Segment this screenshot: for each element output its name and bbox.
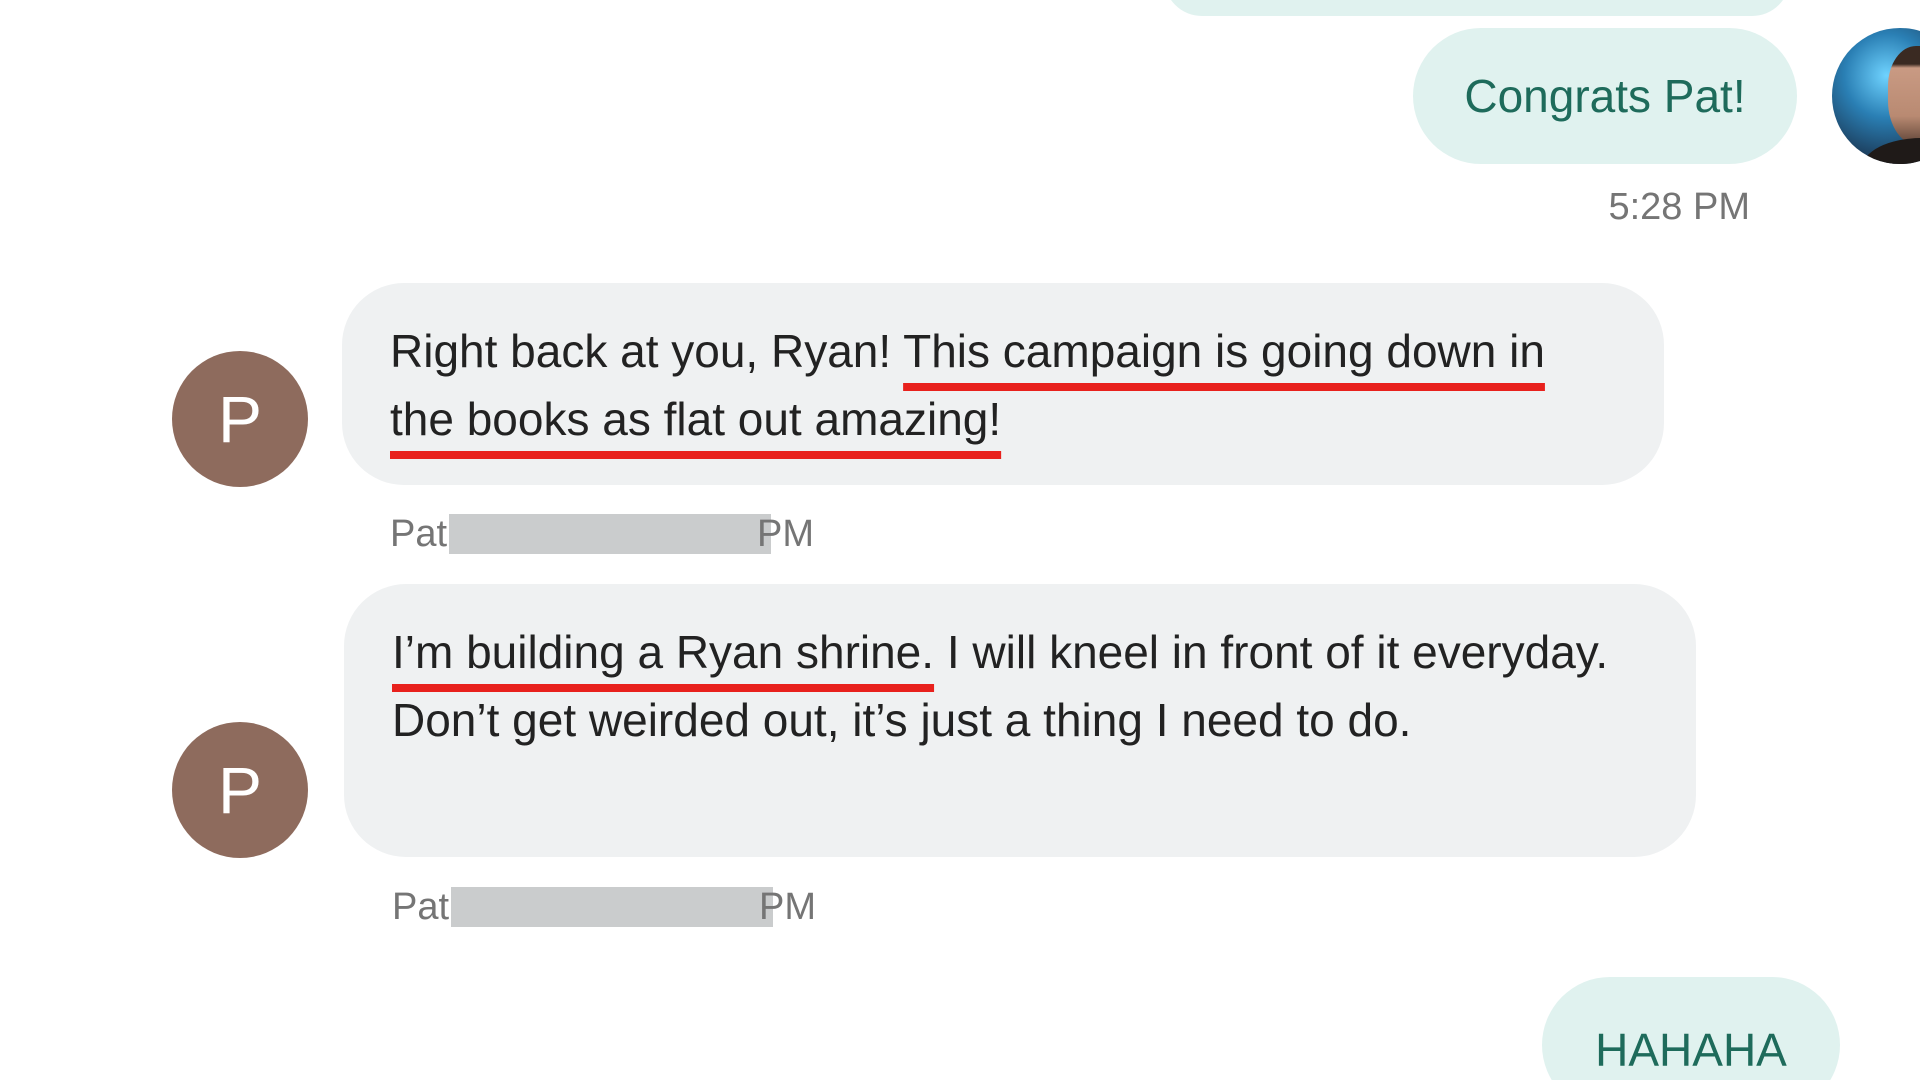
sender-avatar-letter: P: [217, 753, 263, 827]
timestamp-suffix: PM: [757, 513, 815, 555]
message-text-segment: Right back at you, Ryan!: [390, 325, 904, 377]
incoming-message-text: Right back at you, Ryan! This campaign i…: [390, 317, 1620, 453]
sender-name: Pat: [392, 886, 450, 928]
redacted-timestamp: [449, 514, 772, 554]
avatar-face: [1888, 46, 1920, 146]
sender-avatar-letter: P: [217, 382, 263, 456]
sender-avatar[interactable]: P: [172, 351, 308, 487]
outgoing-message-text: Congrats Pat!: [1464, 70, 1746, 122]
sender-name: Pat: [390, 513, 448, 555]
outgoing-message-text: HAHAHA: [1595, 1024, 1787, 1076]
message-meta: Pat PM: [390, 514, 814, 554]
outgoing-message-bubble[interactable]: Congrats Pat!: [1413, 28, 1797, 164]
outgoing-message-bubble[interactable]: HAHAHA: [1542, 977, 1840, 1080]
incoming-message-bubble[interactable]: I’m building a Ryan shrine. I will kneel…: [344, 584, 1696, 857]
previous-outgoing-bubble: [1164, 0, 1790, 16]
incoming-message-bubble[interactable]: Right back at you, Ryan! This campaign i…: [342, 283, 1664, 485]
sender-avatar[interactable]: P: [172, 722, 308, 858]
timestamp-suffix: PM: [759, 886, 817, 928]
conversation-view: Congrats Pat! 5:28 PM P Right back at yo…: [0, 0, 1920, 1080]
self-avatar-photo[interactable]: [1832, 28, 1920, 164]
message-timestamp: 5:28 PM: [1608, 186, 1750, 228]
message-meta: Pat PM: [392, 887, 816, 927]
incoming-message-text: I’m building a Ryan shrine. I will kneel…: [392, 618, 1626, 754]
avatar-shoulders: [1862, 138, 1920, 164]
redacted-timestamp: [451, 887, 774, 927]
underlined-text-segment: I’m building a Ryan shrine.: [392, 626, 935, 678]
